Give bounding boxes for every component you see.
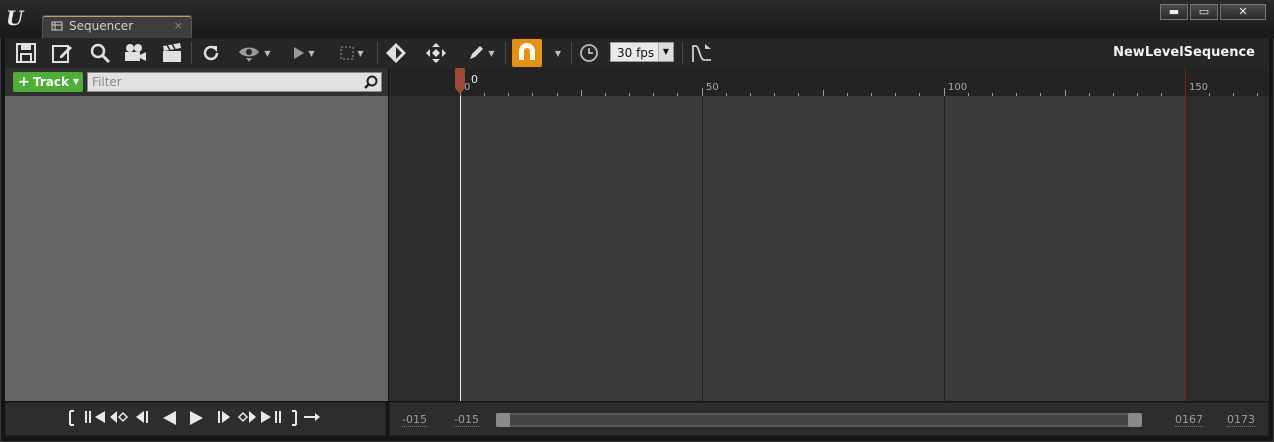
playhead-line bbox=[460, 96, 461, 401]
render-movie-icon[interactable] bbox=[159, 41, 185, 65]
save-icon[interactable] bbox=[13, 41, 39, 65]
selection-icon[interactable]: ▼ bbox=[335, 41, 369, 65]
filter-placeholder: Filter bbox=[92, 75, 122, 89]
chevron-down-icon: ▼ bbox=[488, 48, 495, 58]
track-header: + Track ▼ Filter bbox=[5, 68, 388, 96]
curve-editor-icon[interactable] bbox=[689, 41, 715, 65]
scrollbar-start-handle[interactable] bbox=[496, 413, 510, 427]
view-range-start[interactable]: -015 bbox=[402, 413, 427, 427]
sequence-name: NewLevelSequence bbox=[1113, 45, 1255, 60]
chevron-down-icon: ▼ bbox=[357, 48, 364, 58]
separator bbox=[505, 42, 506, 64]
close-button[interactable]: ✕ bbox=[1220, 4, 1266, 20]
camera-icon[interactable] bbox=[121, 41, 149, 65]
minimize-button[interactable]: ▬ bbox=[1160, 4, 1188, 20]
timeline-area[interactable] bbox=[389, 68, 1269, 401]
toolbar: ▼ ▼ ▼ ▼ ▼ 30 fps ▼ NewLevelSequence bbox=[5, 38, 1269, 68]
grid-line bbox=[702, 96, 703, 401]
transport-controls bbox=[5, 402, 386, 436]
prev-key-icon[interactable] bbox=[108, 410, 130, 428]
play-reverse-icon[interactable] bbox=[160, 410, 178, 428]
scrollbar-track bbox=[498, 415, 1138, 425]
set-start-icon[interactable] bbox=[66, 410, 78, 428]
view-range-end[interactable]: 0173 bbox=[1227, 413, 1255, 427]
working-range-start[interactable]: -015 bbox=[454, 413, 479, 427]
separator bbox=[377, 42, 378, 64]
jump-end-icon[interactable] bbox=[260, 410, 282, 428]
add-track-label: Track bbox=[33, 75, 69, 89]
chevron-down-icon: ▼ bbox=[72, 77, 79, 86]
playhead-handle[interactable] bbox=[455, 68, 465, 94]
tab-close-icon[interactable]: × bbox=[174, 19, 183, 32]
time-icon[interactable] bbox=[577, 41, 601, 65]
window-controls: ▬ ▭ ✕ bbox=[1158, 4, 1266, 20]
range-bar: -015 -015 0167 0173 bbox=[389, 402, 1269, 436]
snap-toggle[interactable] bbox=[512, 39, 542, 67]
add-key-icon[interactable] bbox=[423, 41, 449, 65]
title-bar[interactable]: U Sequencer × ▬ ▭ ✕ bbox=[0, 0, 1274, 38]
ruler-label: 100 bbox=[948, 82, 968, 93]
framerate-select[interactable]: 30 fps ▼ bbox=[610, 42, 674, 62]
framerate-value: 30 fps bbox=[617, 46, 655, 60]
set-end-icon[interactable] bbox=[288, 410, 300, 428]
find-icon[interactable] bbox=[87, 41, 113, 65]
plus-icon: + bbox=[18, 74, 30, 90]
chevron-down-icon: ▼ bbox=[554, 48, 562, 58]
working-range-end[interactable]: 0167 bbox=[1175, 413, 1203, 427]
playback-range bbox=[460, 96, 1185, 401]
next-key-icon[interactable] bbox=[236, 410, 258, 428]
snap-options-icon[interactable]: ▼ bbox=[549, 41, 567, 65]
tab-label: Sequencer bbox=[69, 19, 134, 33]
ruler-label: 50 bbox=[706, 82, 719, 93]
key-icon[interactable] bbox=[383, 41, 409, 65]
tab-sequencer[interactable]: Sequencer × bbox=[42, 15, 192, 38]
playback-end-line[interactable] bbox=[1185, 68, 1186, 401]
restore-icon[interactable] bbox=[198, 41, 224, 65]
chevron-down-icon: ▼ bbox=[308, 48, 315, 58]
show-icon[interactable]: ▼ bbox=[235, 41, 273, 65]
play-icon[interactable] bbox=[188, 410, 206, 428]
step-back-icon[interactable] bbox=[134, 410, 150, 428]
scrollbar-end-handle[interactable] bbox=[1128, 413, 1142, 427]
step-forward-icon[interactable] bbox=[216, 410, 232, 428]
restore-button[interactable]: ▭ bbox=[1190, 4, 1218, 20]
ruler-tick bbox=[944, 88, 945, 96]
save-as-icon[interactable] bbox=[49, 41, 75, 65]
edit-tool-icon[interactable]: ▼ bbox=[463, 41, 499, 65]
loop-icon[interactable] bbox=[302, 410, 322, 428]
playhead-frame: 0 bbox=[471, 73, 478, 86]
add-track-button[interactable]: + Track ▼ bbox=[13, 72, 83, 92]
play-options-icon[interactable]: ▼ bbox=[287, 41, 321, 65]
jump-start-icon[interactable] bbox=[84, 410, 106, 428]
ruler-label: 150 bbox=[1189, 82, 1209, 93]
unreal-logo-icon: U bbox=[6, 6, 24, 30]
search-icon bbox=[363, 74, 379, 90]
separator bbox=[571, 42, 572, 64]
time-ruler[interactable]: 0 50 100 150 bbox=[389, 68, 1269, 96]
filter-input[interactable]: Filter bbox=[87, 72, 382, 92]
sequencer-icon bbox=[51, 20, 63, 32]
track-list[interactable] bbox=[5, 96, 388, 401]
timeline-scrollbar[interactable] bbox=[496, 413, 1142, 427]
separator bbox=[191, 42, 192, 64]
chevron-down-icon: ▼ bbox=[264, 48, 271, 58]
ruler-tick bbox=[702, 88, 703, 96]
chevron-down-icon: ▼ bbox=[658, 43, 673, 61]
separator bbox=[682, 42, 683, 64]
grid-line bbox=[944, 96, 945, 401]
